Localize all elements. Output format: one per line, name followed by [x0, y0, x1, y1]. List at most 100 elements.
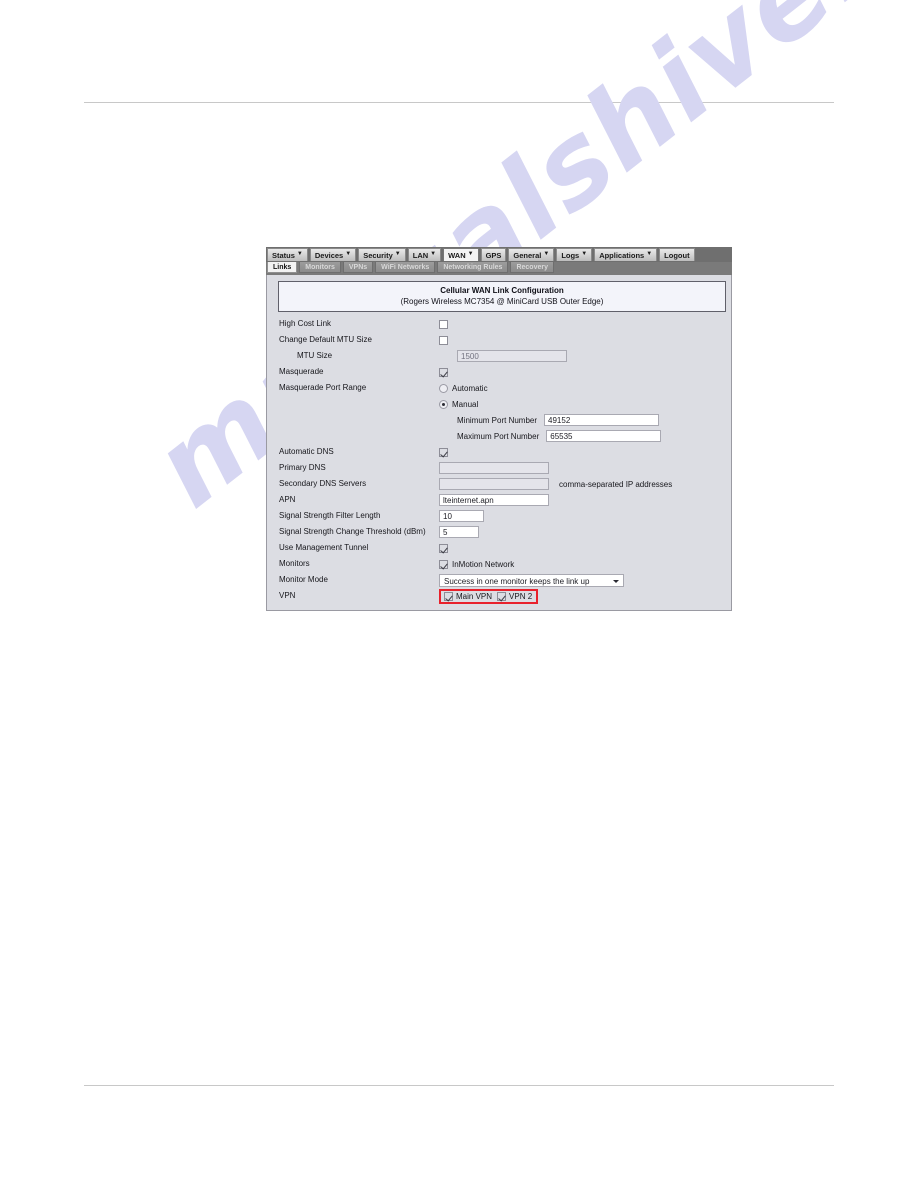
- use-management-tunnel-checkbox[interactable]: [439, 543, 448, 553]
- row-monitors: Monitors InMotion Network: [279, 556, 726, 572]
- secondary-dns-hint: comma-separated IP addresses: [559, 479, 673, 489]
- chevron-down-icon: ▼: [345, 251, 352, 257]
- menu-item-general[interactable]: General ▼: [508, 248, 555, 261]
- row-vpn: VPN Main VPN VPN 2: [279, 588, 726, 604]
- panel-title-box: Cellular WAN Link Configuration (Rogers …: [278, 281, 726, 312]
- row-secondary-dns: Secondary DNS Servers comma-separated IP…: [279, 476, 726, 492]
- chevron-down-icon: ▼: [394, 251, 401, 257]
- row-masquerade-manual: Manual: [279, 396, 726, 412]
- automatic-dns-label: Automatic DNS: [279, 447, 334, 456]
- primary-dns-label: Primary DNS: [279, 463, 326, 472]
- high-cost-link-checkbox[interactable]: [439, 319, 448, 329]
- menu-item-security-label: Security: [363, 250, 393, 260]
- mtu-size-label: MTU Size: [297, 351, 333, 360]
- row-use-management-tunnel: Use Management Tunnel: [279, 540, 726, 556]
- masquerade-checkbox[interactable]: [439, 367, 448, 377]
- change-default-mtu-checkbox[interactable]: [439, 335, 448, 345]
- row-monitor-mode: Monitor Mode Success in one monitor keep…: [279, 572, 726, 588]
- sub-tab-vpns[interactable]: VPNs: [342, 262, 374, 273]
- minimum-port-input[interactable]: 49152: [544, 414, 660, 426]
- menu-item-gps-label: GPS: [485, 250, 502, 260]
- signal-filter-length-input[interactable]: 10: [439, 510, 484, 522]
- sub-tab-wifi-networks[interactable]: WiFi Networks: [375, 262, 436, 273]
- monitor-mode-label: Monitor Mode: [279, 575, 328, 584]
- vpn-main-option[interactable]: Main VPN: [444, 591, 492, 601]
- secondary-dns-label: Secondary DNS Servers: [279, 479, 367, 488]
- row-automatic-dns: Automatic DNS: [279, 444, 726, 460]
- signal-filter-length-label: Signal Strength Filter Length: [279, 511, 381, 520]
- menu-item-general-label: General: [513, 250, 542, 260]
- row-masquerade-port-range: Masquerade Port Range Automatic: [279, 380, 726, 396]
- menu-item-security[interactable]: Security ▼: [358, 248, 406, 261]
- maximum-port-input[interactable]: 65535: [546, 430, 662, 442]
- chevron-down-icon: ▼: [430, 251, 437, 257]
- maximum-port-label: Maximum Port Number: [457, 431, 540, 441]
- menu-item-logs[interactable]: Logs ▼: [556, 248, 593, 261]
- row-minimum-port-number: Minimum Port Number 49152: [279, 412, 726, 428]
- primary-dns-input[interactable]: [439, 462, 549, 474]
- vpn-highlight-box: Main VPN VPN 2: [439, 588, 539, 604]
- use-management-tunnel-label: Use Management Tunnel: [279, 543, 369, 552]
- masquerade-manual-label: Manual: [452, 399, 479, 409]
- sub-tab-bar: Links Monitors VPNs WiFi Networks Networ…: [266, 262, 732, 275]
- monitor-mode-selected-value: Success in one monitor keeps the link up: [444, 576, 590, 586]
- minimum-port-label: Minimum Port Number: [457, 415, 538, 425]
- vpn-label: VPN: [279, 591, 296, 600]
- row-maximum-port-number: Maximum Port Number 65535: [279, 428, 726, 444]
- menu-item-lan-label: LAN: [412, 250, 429, 260]
- row-signal-change-threshold: Signal Strength Change Threshold (dBm) 5: [279, 524, 726, 540]
- menu-item-devices[interactable]: Devices ▼: [309, 248, 357, 261]
- automatic-dns-checkbox[interactable]: [439, 447, 448, 457]
- row-change-default-mtu: Change Default MTU Size: [279, 332, 726, 348]
- masquerade-automatic-label: Automatic: [452, 383, 488, 393]
- wan-link-form: High Cost Link Change Default MTU Size M…: [273, 316, 726, 604]
- configuration-panel: Cellular WAN Link Configuration (Rogers …: [266, 275, 732, 611]
- monitors-inmotion-label: InMotion Network: [452, 559, 515, 569]
- chevron-down-icon: ▼: [581, 251, 588, 257]
- row-primary-dns: Primary DNS: [279, 460, 726, 476]
- vpn-2-option[interactable]: VPN 2: [497, 591, 533, 601]
- secondary-dns-input[interactable]: [439, 478, 549, 490]
- menu-item-logs-label: Logs: [561, 250, 580, 260]
- monitors-inmotion-checkbox[interactable]: [439, 559, 448, 569]
- high-cost-link-label: High Cost Link: [279, 319, 332, 328]
- masquerade-manual-radio[interactable]: [439, 399, 448, 409]
- chevron-down-icon: ▼: [467, 251, 474, 257]
- chevron-down-icon: ▼: [296, 251, 303, 257]
- row-signal-filter-length: Signal Strength Filter Length 10: [279, 508, 726, 524]
- chevron-down-icon: ▼: [543, 251, 550, 257]
- signal-change-threshold-input[interactable]: 5: [439, 526, 479, 538]
- monitor-mode-select[interactable]: Success in one monitor keeps the link up: [439, 573, 624, 587]
- panel-subtitle: (Rogers Wireless MC7354 @ MiniCard USB O…: [400, 297, 604, 306]
- vpn-2-label: VPN 2: [509, 591, 533, 601]
- page-header-rule: [84, 102, 834, 103]
- sub-tab-recovery[interactable]: Recovery: [510, 262, 554, 273]
- menu-item-status[interactable]: Status ▼: [267, 248, 308, 261]
- main-menu-bar: Status ▼ Devices ▼ Security ▼ LAN ▼ WAN …: [266, 247, 732, 262]
- mtu-size-input[interactable]: 1500: [457, 350, 567, 362]
- menu-item-applications[interactable]: Applications ▼: [594, 248, 658, 261]
- sub-tab-links[interactable]: Links: [267, 262, 298, 273]
- row-mtu-size: MTU Size 1500: [279, 348, 726, 364]
- vpn-main-checkbox[interactable]: [444, 591, 453, 601]
- menu-item-lan[interactable]: LAN ▼: [407, 248, 442, 261]
- menu-item-logout[interactable]: Logout: [659, 248, 695, 261]
- apn-input[interactable]: lteinternet.apn: [439, 494, 549, 506]
- masquerade-label: Masquerade: [279, 367, 324, 376]
- row-masquerade: Masquerade: [279, 364, 726, 380]
- page-footer-rule: [84, 1085, 834, 1086]
- monitors-label: Monitors: [279, 559, 310, 568]
- sub-tab-bar-filler: [555, 262, 731, 274]
- vpn-2-checkbox[interactable]: [497, 591, 507, 601]
- masquerade-port-range-label: Masquerade Port Range: [279, 383, 367, 392]
- sub-tab-networking-rules[interactable]: Networking Rules: [437, 262, 509, 273]
- row-high-cost-link: High Cost Link: [279, 316, 726, 332]
- menu-item-gps[interactable]: GPS: [480, 248, 507, 261]
- menu-item-applications-label: Applications: [599, 250, 645, 260]
- panel-title: Cellular WAN Link Configuration: [440, 286, 564, 295]
- menu-item-wan[interactable]: WAN ▼: [443, 248, 479, 261]
- sub-tab-monitors[interactable]: Monitors: [299, 262, 341, 273]
- change-default-mtu-label: Change Default MTU Size: [279, 335, 372, 344]
- masquerade-automatic-radio[interactable]: [439, 383, 448, 393]
- row-apn: APN lteinternet.apn: [279, 492, 726, 508]
